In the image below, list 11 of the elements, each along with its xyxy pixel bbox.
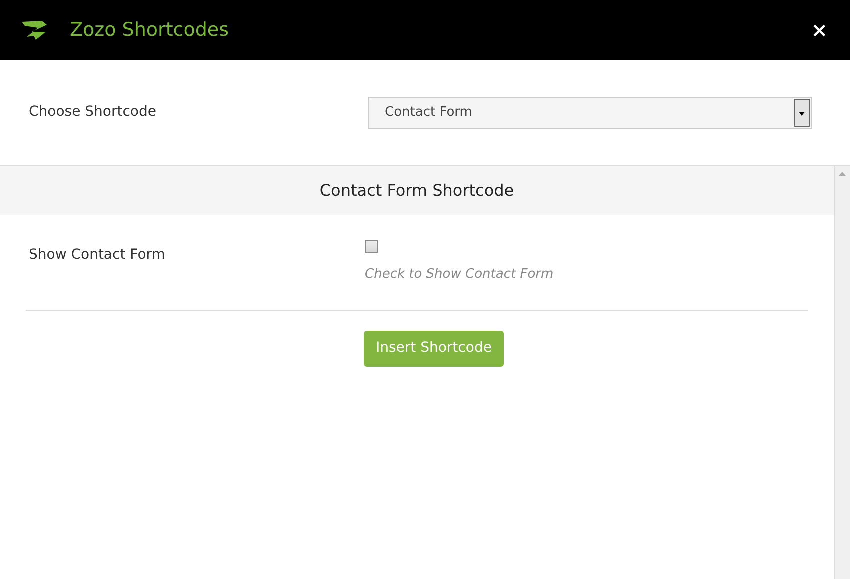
scroll-up-icon[interactable] bbox=[839, 172, 846, 176]
section-title: Contact Form Shortcode bbox=[320, 180, 514, 202]
checkbox[interactable] bbox=[365, 240, 378, 253]
scrollbar[interactable] bbox=[834, 166, 850, 579]
logo-icon bbox=[22, 20, 48, 40]
window-title: Zozo Shortcodes bbox=[70, 18, 229, 43]
field-label: Show Contact Form bbox=[29, 246, 166, 265]
field-label: Choose Shortcode bbox=[29, 103, 158, 122]
close-button[interactable]: × bbox=[811, 20, 828, 40]
shortcode-select[interactable]: Contact Form bbox=[368, 96, 812, 128]
field-hint: Check to Show Contact Form bbox=[365, 266, 554, 284]
